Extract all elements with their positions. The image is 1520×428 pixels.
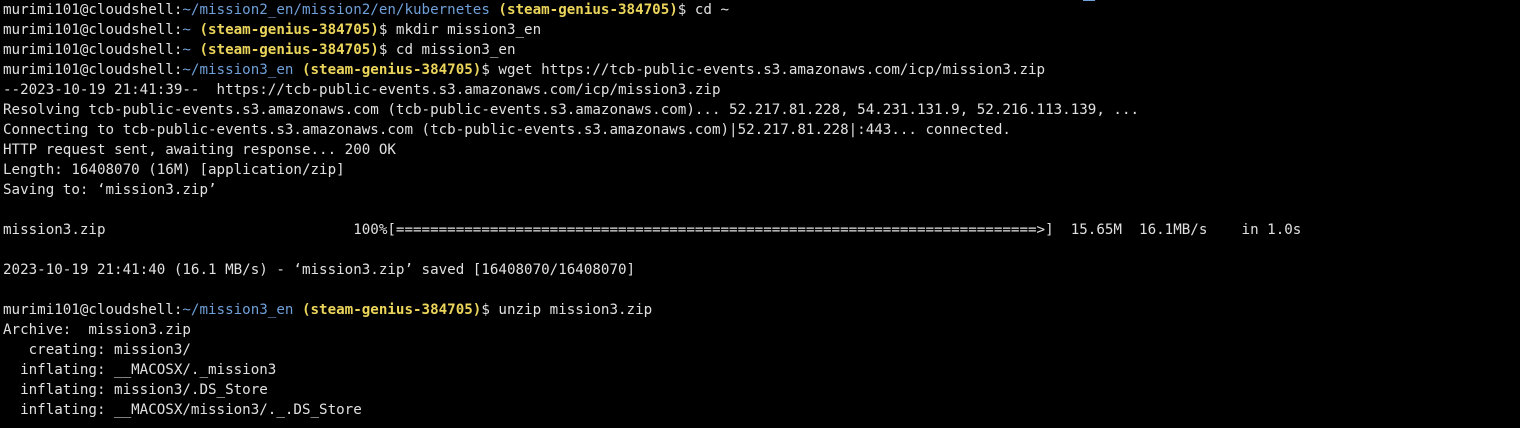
output-line: Resolving tcb-public-events.s3.amazonaws… [3,102,1140,118]
prompt-project: (steam-genius-384705) [199,42,379,58]
output-line: --2023-10-19 21:41:39-- https://tcb-publ… [3,82,721,98]
output-line: Connecting to tcb-public-events.s3.amazo… [3,122,1011,138]
prompt-line: murimi101@cloudshell:~ (steam-genius-384… [3,20,1520,40]
output-line: inflating: __MACOSX/mission3/._.DS_Store [3,402,362,418]
prompt-user-host: murimi101@cloudshell: [3,62,183,78]
output-line: HTTP request sent, awaiting response... … [3,142,396,158]
prompt-command: $ cd ~ [677,2,730,18]
prompt-line: murimi101@cloudshell:~/mission3_en (stea… [3,60,1520,80]
output-line: Saving to: ‘mission3.zip’ [3,182,217,198]
terminal-output: murimi101@cloudshell:~/mission2_en/missi… [3,0,1520,420]
prompt-path: ~/mission3_en [182,62,294,78]
prompt-user-host: murimi101@cloudshell: [3,42,183,58]
output-line: creating: mission3/ [3,342,191,358]
prompt-line: murimi101@cloudshell:~/mission2_en/missi… [3,0,1520,20]
output-line: mission3.zip 100%[======================… [3,222,1302,238]
output-line: Archive: mission3.zip [3,322,191,338]
prompt-line: murimi101@cloudshell:~/mission3_en (stea… [3,300,1520,320]
prompt-command: $ wget https://tcb-public-events.s3.amaz… [481,62,1046,78]
cloud-shell-terminal[interactable]: murimi101@cloudshell:~/mission2_en/missi… [0,0,1520,428]
prompt-project: (steam-genius-384705) [301,62,482,78]
prompt-user-host: murimi101@cloudshell: [3,2,183,18]
prompt-command: $ unzip mission3.zip [481,302,653,318]
output-line: Length: 16408070 (16M) [application/zip] [3,162,345,178]
prompt-path: ~ [182,42,191,58]
prompt-path: ~/mission3_en [182,302,294,318]
prompt-command: $ cd mission3_en [378,42,516,58]
prompt-project: (steam-genius-384705) [498,2,678,18]
output-line: 2023-10-19 21:41:40 (16.1 MB/s) - ‘missi… [3,262,636,278]
output-line: inflating: __MACOSX/._mission3 [3,362,277,378]
prompt-command: $ mkdir mission3_en [378,22,542,38]
output-line: inflating: mission3/.DS_Store [3,382,268,398]
prompt-user-host: murimi101@cloudshell: [3,22,183,38]
prompt-line: murimi101@cloudshell:~ (steam-genius-384… [3,40,1520,60]
prompt-path: ~/mission2_en/mission2/en/kubernetes [182,2,490,18]
prompt-user-host: murimi101@cloudshell: [3,302,183,318]
prompt-project: (steam-genius-384705) [301,302,482,318]
prompt-path: ~ [182,22,191,38]
prompt-project: (steam-genius-384705) [199,22,379,38]
